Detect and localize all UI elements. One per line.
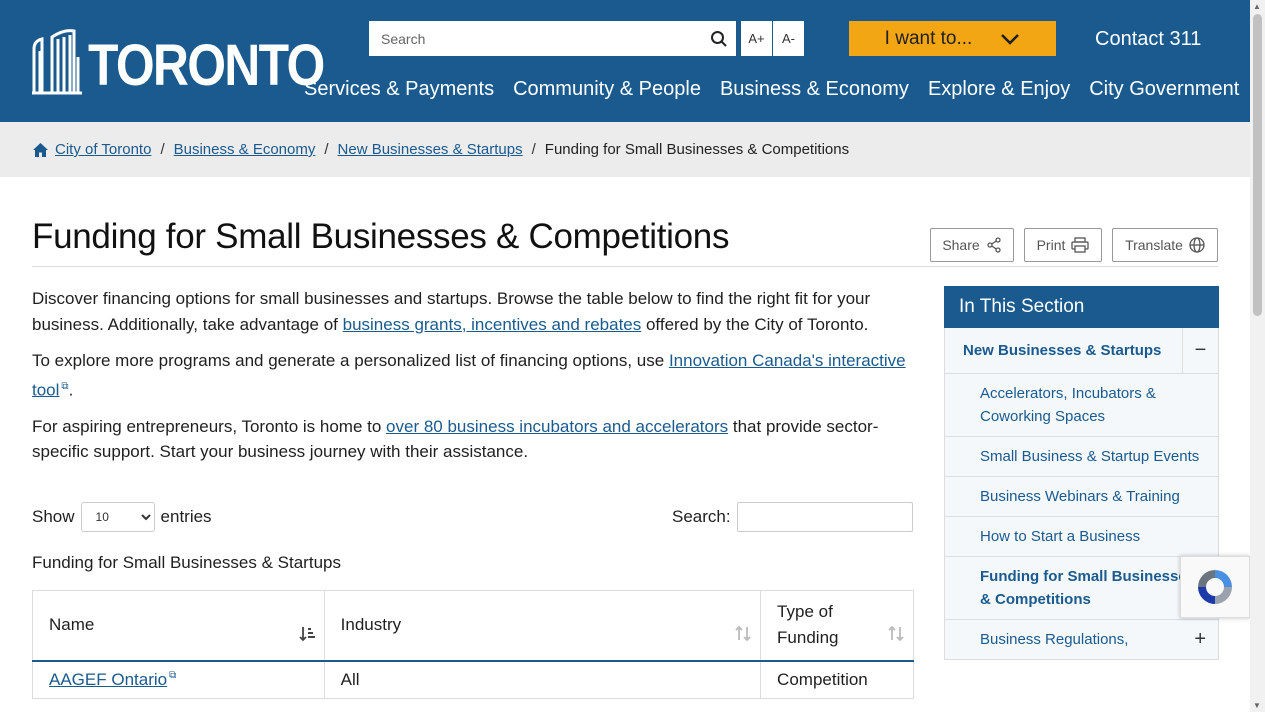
section-item-events[interactable]: Small Business & Startup Events (945, 437, 1218, 477)
logo-text: TORONTO (88, 33, 325, 98)
intro-paragraph-1: Discover financing options for small bus… (32, 286, 912, 337)
nav-city-government[interactable]: City Government (1089, 78, 1239, 101)
cell-name: AAGEF Ontario ⧉ (32, 660, 325, 699)
scroll-up-icon[interactable]: ▲ (1253, 2, 1261, 11)
grants-link[interactable]: business grants, incentives and rebates (343, 315, 642, 334)
cell-type: Competition (760, 660, 914, 699)
column-header-type[interactable]: Type of Funding (760, 590, 914, 662)
breadcrumb-separator: / (324, 141, 329, 158)
entries-control: Show 10 entries (32, 502, 212, 532)
table-search: Search: (672, 502, 913, 532)
header-label: Name (49, 615, 95, 635)
cell-industry: All (323, 660, 762, 699)
breadcrumb-new-businesses[interactable]: New Businesses & Startups (338, 141, 523, 158)
printer-icon (1071, 237, 1090, 253)
table-header-row: Name Industry Type of Funding (32, 590, 914, 662)
share-button[interactable]: Share (930, 228, 1014, 262)
section-parent: New Businesses & Startups − (945, 327, 1218, 374)
section-item-funding-current[interactable]: Funding for Small Businesses & Competiti… (945, 557, 1218, 620)
page-title: Funding for Small Businesses & Competiti… (32, 217, 730, 256)
breadcrumb-current: Funding for Small Businesses & Competiti… (544, 141, 850, 158)
i-want-to-label: I want to... (884, 27, 973, 49)
page-scrollbar[interactable]: ▲ ▼ (1250, 0, 1265, 712)
section-nav: New Businesses & Startups − Accelerators… (944, 327, 1219, 660)
home-icon (32, 142, 49, 158)
expand-toggle[interactable]: + (1194, 628, 1206, 651)
print-label: Print (1036, 237, 1066, 253)
section-parent-link[interactable]: New Businesses & Startups (945, 342, 1182, 359)
translate-button[interactable]: Translate (1112, 228, 1218, 262)
breadcrumb-separator: / (160, 141, 165, 158)
sort-icon (734, 625, 752, 648)
intro-text: offered by the City of Toronto. (641, 314, 869, 334)
funding-table: Name Industry Type of Funding AAGEF Onta (32, 590, 914, 699)
breadcrumb: City of Toronto / Business & Economy / N… (0, 122, 1250, 177)
section-item-regulations[interactable]: Business Regulations, + (945, 620, 1218, 660)
intro-paragraph-2: To explore more programs and generate a … (32, 348, 912, 403)
table-search-label: Search: (672, 507, 731, 526)
column-header-name[interactable]: Name (32, 590, 325, 662)
entries-select[interactable]: 10 (80, 502, 155, 532)
section-item-regulations-label: Business Regulations, (980, 631, 1129, 648)
sort-icon (887, 625, 905, 648)
in-this-section-heading: In This Section (944, 286, 1219, 328)
sort-active-icon (298, 625, 316, 648)
intro-content: Discover financing options for small bus… (32, 286, 912, 476)
site-header: TORONTO A+ A- I want to... Contact 311 S… (0, 0, 1250, 122)
incubators-link[interactable]: over 80 business incubators and accelera… (386, 417, 728, 436)
city-hall-icon (32, 29, 82, 95)
intro-text: For aspiring entrepreneurs, Toronto is h… (32, 416, 387, 436)
i-want-to-dropdown[interactable]: I want to... (849, 21, 1056, 56)
globe-icon (1189, 237, 1205, 253)
entries-label: entries (160, 507, 212, 526)
recaptcha-icon (1198, 570, 1232, 604)
nav-services-payments[interactable]: Services & Payments (304, 78, 494, 101)
main-nav: Services & Payments Community & People B… (304, 78, 1258, 101)
breadcrumb-city-of-toronto[interactable]: City of Toronto (55, 141, 151, 158)
column-header-industry[interactable]: Industry (323, 590, 762, 662)
title-divider (32, 266, 1218, 267)
external-link-icon: ⧉ (61, 380, 69, 392)
scrollbar-thumb[interactable] (1253, 14, 1262, 316)
nav-explore-enjoy[interactable]: Explore & Enjoy (928, 78, 1070, 101)
collapse-toggle[interactable]: − (1182, 327, 1218, 374)
header-label: Industry (340, 615, 402, 635)
table-row: AAGEF Ontario ⧉ All Competition (32, 660, 914, 699)
search-button[interactable] (702, 21, 736, 56)
breadcrumb-business-economy[interactable]: Business & Economy (174, 141, 316, 158)
intro-paragraph-3: For aspiring entrepreneurs, Toronto is h… (32, 414, 912, 465)
header-label: Type of Funding (777, 602, 839, 648)
section-item-how-to-start[interactable]: How to Start a Business (945, 517, 1218, 557)
intro-text: . (68, 380, 74, 400)
site-search-input[interactable] (369, 21, 702, 56)
external-link-icon: ⧉ (169, 670, 177, 682)
share-label: Share (942, 237, 980, 253)
intro-text: To explore more programs and generate a … (32, 351, 669, 370)
site-search (369, 21, 736, 56)
font-increase-button[interactable]: A+ (741, 21, 772, 56)
translate-label: Translate (1125, 237, 1183, 253)
nav-business-economy[interactable]: Business & Economy (720, 78, 909, 101)
show-label: Show (32, 507, 75, 526)
font-decrease-button[interactable]: A- (773, 21, 804, 56)
print-button[interactable]: Print (1024, 228, 1102, 262)
scroll-down-icon[interactable]: ▼ (1253, 701, 1261, 710)
chevron-down-icon (1001, 33, 1020, 45)
table-caption: Funding for Small Businesses & Startups (32, 553, 341, 572)
section-item-accelerators[interactable]: Accelerators, Incubators & Coworking Spa… (945, 374, 1218, 437)
search-icon (711, 30, 727, 47)
section-item-webinars[interactable]: Business Webinars & Training (945, 477, 1218, 517)
contact-311-link[interactable]: Contact 311 (1095, 28, 1201, 51)
breadcrumb-separator: / (531, 141, 536, 158)
share-icon (987, 237, 1001, 253)
funding-name-link[interactable]: AAGEF Ontario (49, 670, 167, 689)
nav-community-people[interactable]: Community & People (513, 78, 701, 101)
recaptcha-badge[interactable] (1180, 556, 1250, 618)
table-search-input[interactable] (736, 502, 913, 532)
